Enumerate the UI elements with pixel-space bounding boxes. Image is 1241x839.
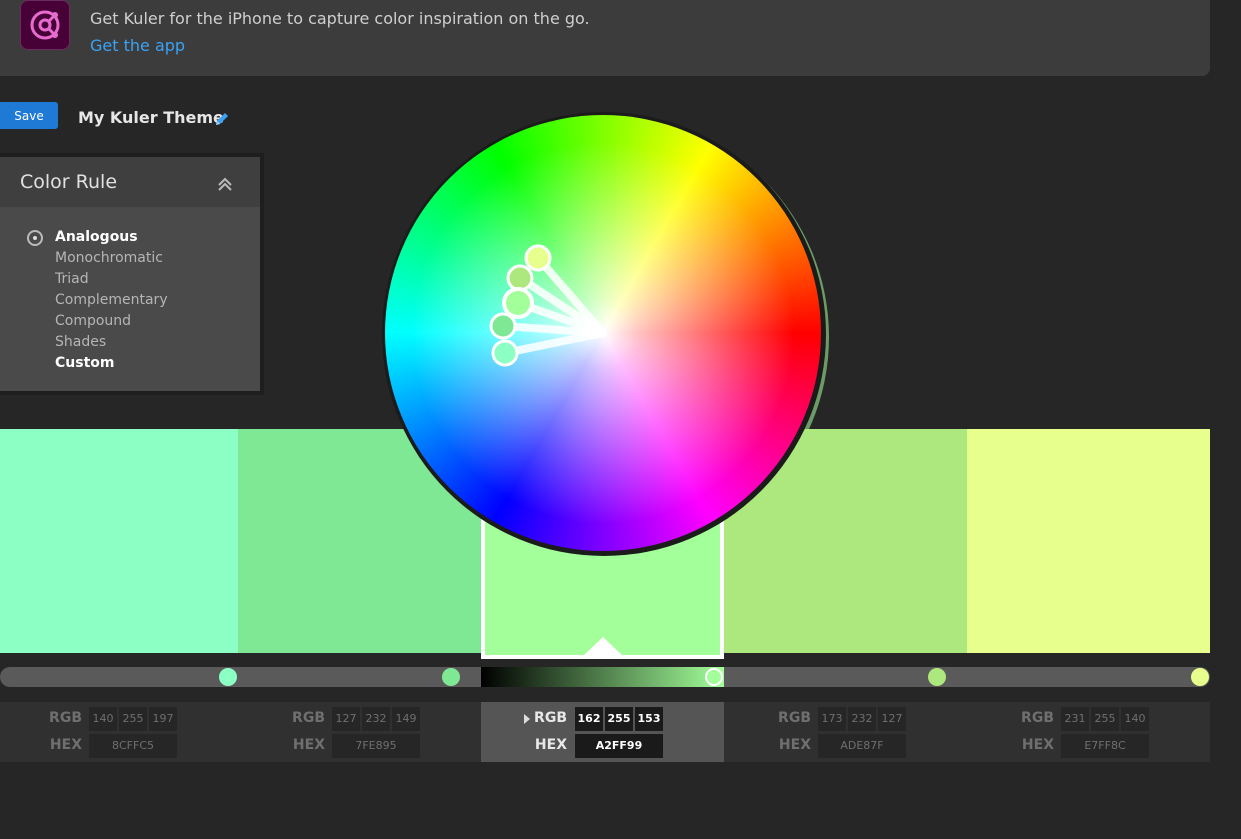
rgb-label: RGB <box>1021 710 1054 726</box>
rule-option-shades[interactable]: Shades <box>55 332 168 353</box>
rule-option-analogous[interactable]: Analogous <box>55 227 168 248</box>
rgb-label: RGB <box>292 710 325 726</box>
app-promo-banner: Get Kuler for the iPhone to capture colo… <box>0 0 1210 76</box>
hex-value[interactable]: 7FE895 <box>332 734 420 758</box>
rgb-g-value[interactable]: 255 <box>119 707 147 731</box>
theme-name[interactable]: My Kuler Theme <box>78 108 224 127</box>
get-the-app-link[interactable]: Get the app <box>90 36 185 55</box>
color-handle <box>489 312 517 340</box>
rgb-g-value[interactable]: 255 <box>1091 707 1119 731</box>
rule-option-custom[interactable]: Custom <box>55 353 168 374</box>
color-rule-title: Color Rule <box>20 171 118 193</box>
banner-message: Get Kuler for the iPhone to capture colo… <box>90 9 590 28</box>
rgb-r-value[interactable]: 162 <box>575 707 603 731</box>
color-handle-base <box>502 287 534 319</box>
color-handle <box>506 264 534 292</box>
save-button[interactable]: Save <box>0 102 58 129</box>
rgb-label: RGB <box>778 710 811 726</box>
rule-option-compound[interactable]: Compound <box>55 311 168 332</box>
rule-option-monochromatic[interactable]: Monochromatic <box>55 248 168 269</box>
swatch-values-selected: RGB HEX 162 255 153 A2FF99 <box>481 702 724 762</box>
color-rule-options: Analogous Monochromatic Triad Complement… <box>0 207 260 391</box>
rgb-label: RGB <box>534 710 567 726</box>
rgb-b-value[interactable]: 140 <box>1121 707 1149 731</box>
color-rule-list: Analogous Monochromatic Triad Complement… <box>55 227 168 374</box>
color-handle <box>491 339 519 367</box>
rgb-r-value[interactable]: 127 <box>332 707 360 731</box>
brightness-slider-track[interactable] <box>0 667 481 687</box>
radio-selected-icon <box>27 230 43 246</box>
hex-label: HEX <box>1021 737 1054 753</box>
color-swatch[interactable] <box>0 429 238 653</box>
rgb-b-value[interactable]: 153 <box>635 707 663 731</box>
rgb-b-value[interactable]: 127 <box>878 707 906 731</box>
brightness-slider-track[interactable] <box>724 667 1210 687</box>
kuler-app-icon[interactable] <box>20 0 70 50</box>
rgb-g-value[interactable]: 255 <box>605 707 633 731</box>
color-wheel[interactable] <box>382 112 829 559</box>
rgb-r-value[interactable]: 140 <box>89 707 117 731</box>
hex-label: HEX <box>778 737 811 753</box>
brightness-knob[interactable] <box>1191 668 1209 686</box>
brightness-knob[interactable] <box>219 668 237 686</box>
hex-value[interactable]: ADE87F <box>818 734 906 758</box>
chevron-double-up-icon[interactable] <box>216 176 234 192</box>
hex-label: HEX <box>534 737 567 753</box>
hex-value[interactable]: A2FF99 <box>575 734 663 758</box>
brightness-knob[interactable] <box>442 668 460 686</box>
rgb-b-value[interactable]: 149 <box>392 707 420 731</box>
hex-value[interactable]: 8CFFC5 <box>89 734 177 758</box>
pencil-icon[interactable] <box>213 110 231 128</box>
color-swatch[interactable] <box>967 429 1210 653</box>
swatch-values: RGB HEX 173 232 127 ADE87F <box>729 702 972 762</box>
swatch-values: RGB HEX 231 255 140 E7FF8C <box>972 702 1215 762</box>
handle-line <box>501 329 607 357</box>
selected-swatch-indicator <box>583 637 622 655</box>
rule-option-triad[interactable]: Triad <box>55 269 168 290</box>
brightness-knob[interactable] <box>928 668 946 686</box>
color-rule-panel: Color Rule Analogous Monochromatic Triad… <box>0 153 264 395</box>
rgb-g-value[interactable]: 232 <box>362 707 390 731</box>
hex-value[interactable]: E7FF8C <box>1061 734 1149 758</box>
brightness-knob-selected[interactable] <box>705 668 723 686</box>
rgb-r-value[interactable]: 231 <box>1061 707 1089 731</box>
color-handle <box>524 244 552 272</box>
swatch-values: RGB HEX 127 232 149 7FE895 <box>243 702 486 762</box>
rgb-label: RGB <box>49 710 82 726</box>
hex-label: HEX <box>292 737 325 753</box>
rgb-r-value[interactable]: 173 <box>818 707 846 731</box>
rule-option-complementary[interactable]: Complementary <box>55 290 168 311</box>
color-wheel-handles[interactable] <box>382 112 826 556</box>
color-rule-header[interactable]: Color Rule <box>0 157 260 207</box>
brightness-slider-track-selected[interactable] <box>481 667 724 687</box>
rgb-g-value[interactable]: 232 <box>848 707 876 731</box>
hex-label: HEX <box>49 737 82 753</box>
swatch-values: RGB HEX 140 255 197 8CFFC5 <box>0 702 243 762</box>
rgb-b-value[interactable]: 197 <box>149 707 177 731</box>
